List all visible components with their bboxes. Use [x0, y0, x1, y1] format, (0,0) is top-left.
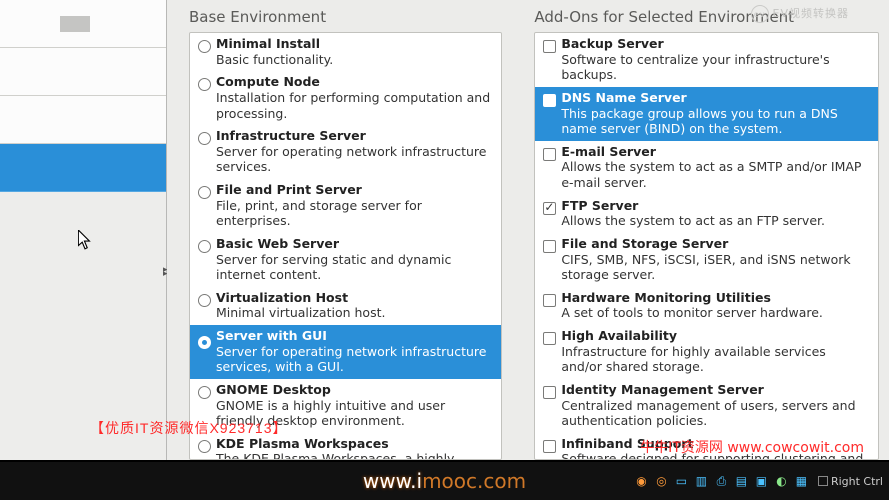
base-env-option[interactable]: File and Print ServerFile, print, and st… [190, 179, 501, 233]
vm-disk-icon[interactable]: ◉ [634, 474, 649, 489]
radio-icon[interactable] [198, 440, 211, 453]
radio-icon[interactable] [198, 186, 211, 199]
option-title: E-mail Server [561, 144, 870, 160]
checkbox-icon[interactable] [543, 94, 556, 107]
watermark-bottom-right: 牛牛IT资源网 www.cowcowit.com [640, 437, 864, 457]
addon-option[interactable]: Hardware Monitoring UtilitiesA set of to… [535, 287, 878, 325]
watermark-bottom-left: 【优质IT资源微信X923713】 [90, 418, 288, 438]
addon-option[interactable]: Backup ServerSoftware to centralize your… [535, 33, 878, 87]
option-description: Allows the system to act as an FTP serve… [561, 213, 870, 229]
addons-list[interactable]: Backup ServerSoftware to centralize your… [534, 32, 879, 460]
radio-icon[interactable] [198, 78, 211, 91]
addon-option[interactable]: File and Storage ServerCIFS, SMB, NFS, i… [535, 233, 878, 287]
sidebar-tab-icon [60, 16, 90, 32]
base-env-option[interactable]: Minimal InstallBasic functionality. [190, 33, 501, 71]
radio-icon[interactable] [198, 386, 211, 399]
radio-icon[interactable] [198, 132, 211, 145]
option-title: DNS Name Server [561, 90, 870, 106]
software-selection-panel: Base Environment Minimal InstallBasic fu… [167, 0, 889, 460]
option-description: Installation for performing computation … [216, 90, 493, 121]
addon-option[interactable]: High AvailabilityInfrastructure for high… [535, 325, 878, 379]
base-environment-list[interactable]: Minimal InstallBasic functionality.Compu… [189, 32, 502, 460]
option-title: FTP Server [561, 198, 870, 214]
option-title: Compute Node [216, 74, 493, 90]
sidebar-tab-3[interactable] [0, 96, 166, 144]
vm-rec-icon[interactable]: ▦ [794, 474, 809, 489]
option-title: Server with GUI [216, 328, 493, 344]
addon-option[interactable]: Identity Management ServerCentralized ma… [535, 379, 878, 433]
checkbox-icon[interactable] [543, 440, 556, 453]
option-title: Minimal Install [216, 36, 493, 52]
option-title: Infrastructure Server [216, 128, 493, 144]
sidebar-tab-4-selected[interactable] [0, 144, 166, 192]
checkbox-icon[interactable] [543, 294, 556, 307]
option-title: High Availability [561, 328, 870, 344]
checkbox-icon[interactable] [543, 386, 556, 399]
vm-usb-icon[interactable]: ⎙ [714, 474, 729, 489]
option-description: Software to centralize your infrastructu… [561, 52, 870, 83]
option-title: File and Storage Server [561, 236, 870, 252]
option-title: Backup Server [561, 36, 870, 52]
addon-option[interactable]: FTP ServerAllows the system to act as an… [535, 195, 878, 233]
watermark-bottom-right-url: www.cowcowit.com [727, 440, 864, 456]
radio-icon[interactable] [198, 294, 211, 307]
option-title: Hardware Monitoring Utilities [561, 290, 870, 306]
vm-host-key: Right Ctrl [818, 475, 883, 488]
base-env-option[interactable]: Server with GUIServer for operating netw… [190, 325, 501, 379]
checkbox-icon[interactable] [543, 148, 556, 161]
option-description: A set of tools to monitor server hardwar… [561, 305, 870, 321]
vm-tray: ◉ ◎ ▭ ▥ ⎙ ▤ ▣ ◐ ▦ Right Ctrl [634, 474, 883, 489]
option-description: Server for operating network infrastruct… [216, 144, 493, 175]
radio-icon[interactable] [198, 336, 211, 349]
option-title: Basic Web Server [216, 236, 493, 252]
base-env-option[interactable]: Compute NodeInstallation for performing … [190, 71, 501, 125]
vm-status-bar: www.imooc.com ◉ ◎ ▭ ▥ ⎙ ▤ ▣ ◐ ▦ Right Ct… [0, 462, 889, 500]
checkbox-icon[interactable] [543, 332, 556, 345]
option-title: Virtualization Host [216, 290, 493, 306]
vm-hd-icon[interactable]: ▭ [674, 474, 689, 489]
checkbox-icon[interactable] [543, 240, 556, 253]
option-description: The KDE Plasma Workspaces, a highly-conf… [216, 451, 493, 460]
radio-icon[interactable] [198, 240, 211, 253]
base-env-option[interactable]: Basic Web ServerServer for serving stati… [190, 233, 501, 287]
checkbox-icon[interactable] [543, 202, 556, 215]
option-description: CIFS, SMB, NFS, iSCSI, iSER, and iSNS ne… [561, 252, 870, 283]
vm-display-icon[interactable]: ▣ [754, 474, 769, 489]
addon-option[interactable]: E-mail ServerAllows the system to act as… [535, 141, 878, 195]
vm-shared-icon[interactable]: ▤ [734, 474, 749, 489]
watermark-center: www.imooc.com [363, 469, 526, 494]
option-description: Minimal virtualization host. [216, 305, 493, 321]
vm-mouse-icon[interactable]: ◐ [774, 474, 789, 489]
option-description: Basic functionality. [216, 52, 493, 68]
option-description: Allows the system to act as a SMTP and/o… [561, 159, 870, 190]
option-description: This package group allows you to run a D… [561, 106, 870, 137]
option-description: Infrastructure for highly available serv… [561, 344, 870, 375]
radio-icon[interactable] [198, 40, 211, 53]
base-environment-heading: Base Environment [189, 8, 502, 26]
category-sidebar [0, 0, 167, 460]
option-title: GNOME Desktop [216, 382, 493, 398]
sidebar-tab-1[interactable] [0, 0, 166, 48]
checkbox-icon[interactable] [543, 40, 556, 53]
vm-net-icon[interactable]: ▥ [694, 474, 709, 489]
option-description: Centralized management of users, servers… [561, 398, 870, 429]
option-description: Server for operating network infrastruct… [216, 344, 493, 375]
option-description: Server for serving static and dynamic in… [216, 252, 493, 283]
option-description: File, print, and storage server for ente… [216, 198, 493, 229]
option-title: KDE Plasma Workspaces [216, 436, 493, 452]
sidebar-tab-2[interactable] [0, 48, 166, 96]
watermark-bottom-right-text: 牛牛IT资源网 [640, 440, 727, 456]
option-title: File and Print Server [216, 182, 493, 198]
option-title: Identity Management Server [561, 382, 870, 398]
addon-option[interactable]: DNS Name ServerThis package group allows… [535, 87, 878, 141]
watermark-top-right: evEV视频转换器 [751, 5, 849, 23]
base-env-option[interactable]: Infrastructure ServerServer for operatin… [190, 125, 501, 179]
base-env-option[interactable]: Virtualization HostMinimal virtualizatio… [190, 287, 501, 325]
vm-cd-icon[interactable]: ◎ [654, 474, 669, 489]
